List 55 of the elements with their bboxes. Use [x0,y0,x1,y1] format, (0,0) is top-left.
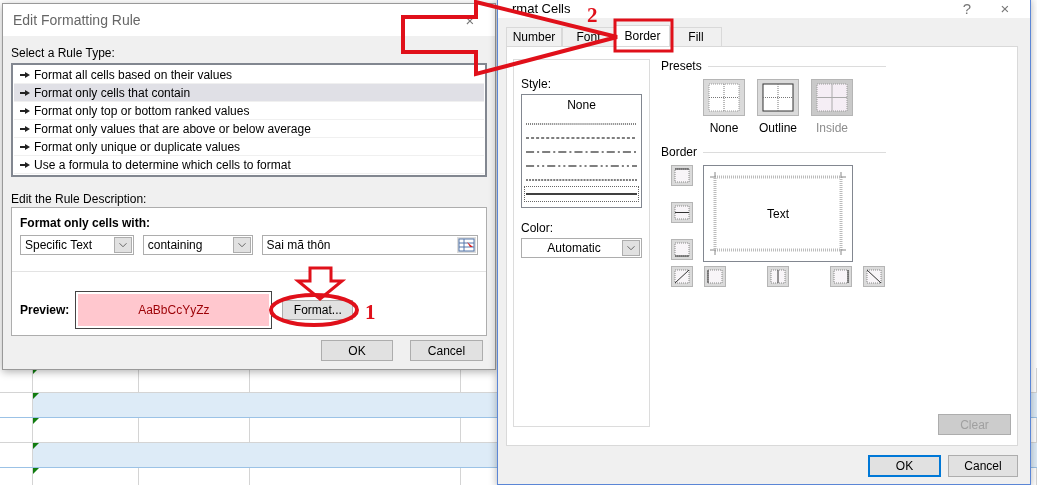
chevron-down-icon[interactable] [232,237,251,253]
format-button[interactable]: Format... [282,300,354,320]
preview-text: Text [767,206,789,221]
style-label: Style: [521,77,552,91]
border-toggle-icon[interactable] [671,202,693,223]
preview-label: Preview: [20,303,70,317]
preset-label: Inside [816,121,848,135]
chevron-down-icon[interactable] [622,240,640,256]
section-label: Select a Rule Type: [11,46,116,60]
tab[interactable]: Fill [670,27,722,46]
window-title: Edit Formatting Rule [13,12,141,28]
highlight-frame [613,18,674,53]
bullet-arrow-icon [20,143,30,150]
dropdown[interactable]: containing [142,235,253,255]
tab[interactable]: Border [615,25,670,46]
help-button[interactable]: ? [952,0,982,17]
dropdown[interactable]: Specific Text [20,235,134,255]
annotation-number: 2 [587,3,598,28]
preset-outline-icon[interactable] [757,79,799,116]
border-toggle-icon[interactable] [671,165,693,186]
border-toggle-icon[interactable] [830,266,852,287]
chevron-down-icon[interactable] [113,237,132,253]
cancel-button[interactable]: Cancel [948,455,1018,477]
bullet-arrow-icon [20,161,30,168]
bullet-arrow-icon [20,71,30,78]
border-toggle-icon[interactable] [671,239,693,260]
preset-label: None [709,121,739,135]
arrow-annotation [293,266,347,301]
color-dropdown[interactable]: Automatic [521,238,642,258]
bullet-arrow-icon [20,125,30,132]
text-field[interactable]: Sai mã thôn [261,235,478,255]
ok-button[interactable]: OK [321,340,393,361]
bullet-arrow-icon [20,89,30,96]
line-style-option[interactable] [525,187,638,201]
preset-label: Outline [759,121,797,135]
range-select-icon[interactable] [457,237,476,253]
border-toggle-icon[interactable] [671,266,693,287]
condition-label: Format only cells with: [20,216,152,230]
line-style-option[interactable]: None [525,97,638,117]
border-toggle-icon[interactable] [767,266,789,287]
section-label: Border [661,145,698,159]
border-toggle-icon[interactable] [704,266,726,287]
border-toggle-icon[interactable] [863,266,885,287]
cancel-button[interactable]: Cancel [410,340,483,361]
annotation-number: 1 [365,300,376,325]
tab[interactable]: Number [506,27,562,46]
color-label: Color: [521,221,554,235]
ok-button[interactable]: OK [868,455,941,477]
close-button[interactable]: × [990,0,1020,17]
preview-text: AaBbCcYyZz [78,294,270,326]
bullet-arrow-icon [20,107,30,114]
section-label: Edit the Rule Description: [11,192,148,206]
rule-type-item[interactable]: Format only cells that contain [14,84,484,102]
section-label: Presets [661,59,702,73]
preset-none-icon[interactable] [703,79,745,116]
